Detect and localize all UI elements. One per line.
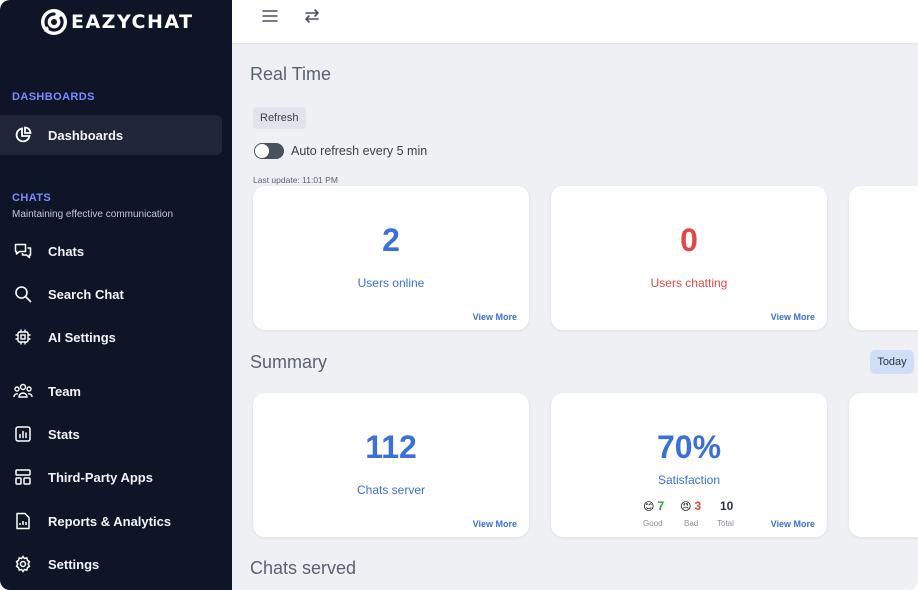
- chats-server-caption: Chats server: [356, 483, 426, 497]
- users-online-caption: Users online: [357, 276, 425, 290]
- smile-emoji-icon: 😊: [643, 500, 655, 513]
- section-title-dashboards: DASHBOARDS: [12, 91, 95, 103]
- users-chatting-card: 0 Users chatting View More: [551, 186, 827, 330]
- brand-name: EAZYCHAT: [71, 11, 194, 33]
- sidebar-item-third-party-apps[interactable]: Third-Party Apps: [0, 457, 222, 497]
- team-icon: [13, 381, 33, 401]
- sidebar-item-label: AI Settings: [48, 329, 116, 345]
- sidebar-item-label: Settings: [48, 556, 100, 572]
- top-bar: [232, 0, 918, 44]
- chats-server-value: 112: [365, 429, 417, 465]
- users-online-card: 2 Users online View More: [253, 186, 529, 330]
- cpu-chip-icon: [13, 327, 33, 347]
- report-icon: [13, 511, 33, 531]
- main-content: Real Time Refresh Auto refresh every 5 m…: [232, 0, 918, 590]
- sidebar-item-label: Team: [48, 383, 81, 399]
- summary-title: Summary: [250, 352, 328, 372]
- total-count: 10: [720, 499, 734, 513]
- toggle-knob: [255, 144, 269, 158]
- sidebar-item-dashboards[interactable]: Dashboards: [0, 115, 222, 155]
- gear-icon: [13, 554, 33, 574]
- sidebar-item-stats[interactable]: Stats: [0, 414, 222, 454]
- sidebar: EAZYCHAT DASHBOARDS Dashboards CHATS Mai…: [0, 0, 232, 590]
- apps-icon: [13, 467, 33, 487]
- auto-refresh-toggle[interactable]: [254, 143, 284, 159]
- realtime-card-partial: [849, 186, 918, 330]
- sidebar-item-label: Reports & Analytics: [48, 513, 172, 529]
- realtime-title: Real Time: [250, 64, 332, 84]
- brand-logo[interactable]: EAZYCHAT: [38, 4, 194, 40]
- satisfaction-card: 70% Satisfaction 😊 7 Good 😠 3 Bad 10 Tot…: [551, 393, 827, 537]
- pie-chart-icon: [13, 125, 33, 145]
- bar-chart-icon: [13, 424, 33, 444]
- sidebar-item-label: Search Chat: [48, 286, 124, 302]
- view-more-link[interactable]: View More: [473, 519, 517, 529]
- sidebar-item-label: Chats: [48, 243, 85, 259]
- sidebar-item-team[interactable]: Team: [0, 371, 222, 411]
- date-range-button[interactable]: Today: [870, 350, 914, 374]
- sidebar-item-search-chat[interactable]: Search Chat: [0, 274, 222, 314]
- good-label: Good: [643, 519, 663, 528]
- logo-icon: [38, 6, 70, 38]
- sidebar-item-label: Stats: [48, 426, 80, 442]
- users-chatting-caption: Users chatting: [650, 276, 728, 290]
- view-more-link[interactable]: View More: [473, 312, 517, 322]
- auto-refresh-label: Auto refresh every 5 min: [291, 144, 428, 158]
- sidebar-item-label: Dashboards: [48, 127, 124, 143]
- last-update-text: Last update: 11:01 PM: [253, 175, 338, 185]
- bad-stat: 😠 3: [680, 499, 701, 513]
- angry-emoji-icon: 😠: [680, 500, 692, 513]
- summary-card-partial: [849, 393, 918, 537]
- good-stat: 😊 7: [643, 499, 664, 513]
- sidebar-item-reports-analytics[interactable]: Reports & Analytics: [0, 501, 222, 541]
- chat-bubbles-icon: [13, 241, 33, 261]
- users-chatting-value: 0: [680, 222, 698, 258]
- sidebar-item-chats[interactable]: Chats: [0, 231, 222, 271]
- sidebar-item-ai-settings[interactable]: AI Settings: [0, 317, 222, 357]
- good-count: 7: [657, 499, 665, 513]
- view-more-link[interactable]: View More: [771, 312, 815, 322]
- total-stat: 10: [717, 499, 733, 513]
- bad-label: Bad: [684, 519, 699, 528]
- total-label: Total: [717, 519, 734, 528]
- sidebar-item-settings[interactable]: Settings: [0, 544, 222, 584]
- users-online-value: 2: [382, 222, 400, 258]
- view-more-link[interactable]: View More: [771, 519, 815, 529]
- app-window: EAZYCHAT DASHBOARDS Dashboards CHATS Mai…: [0, 0, 918, 590]
- chats-server-card: 112 Chats server View More: [253, 393, 529, 537]
- swap-icon[interactable]: [301, 5, 323, 27]
- refresh-button[interactable]: Refresh: [253, 107, 306, 129]
- chats-served-title: Chats served: [250, 558, 357, 578]
- section-subtitle-chats: Maintaining effective communication: [12, 209, 174, 220]
- sidebar-item-label: Third-Party Apps: [48, 469, 153, 485]
- section-title-chats: CHATS: [12, 192, 52, 204]
- satisfaction-caption: Satisfaction: [657, 473, 721, 487]
- menu-icon[interactable]: [259, 5, 281, 27]
- satisfaction-value: 70%: [656, 429, 722, 465]
- search-icon: [13, 284, 33, 304]
- bad-count: 3: [694, 499, 702, 513]
